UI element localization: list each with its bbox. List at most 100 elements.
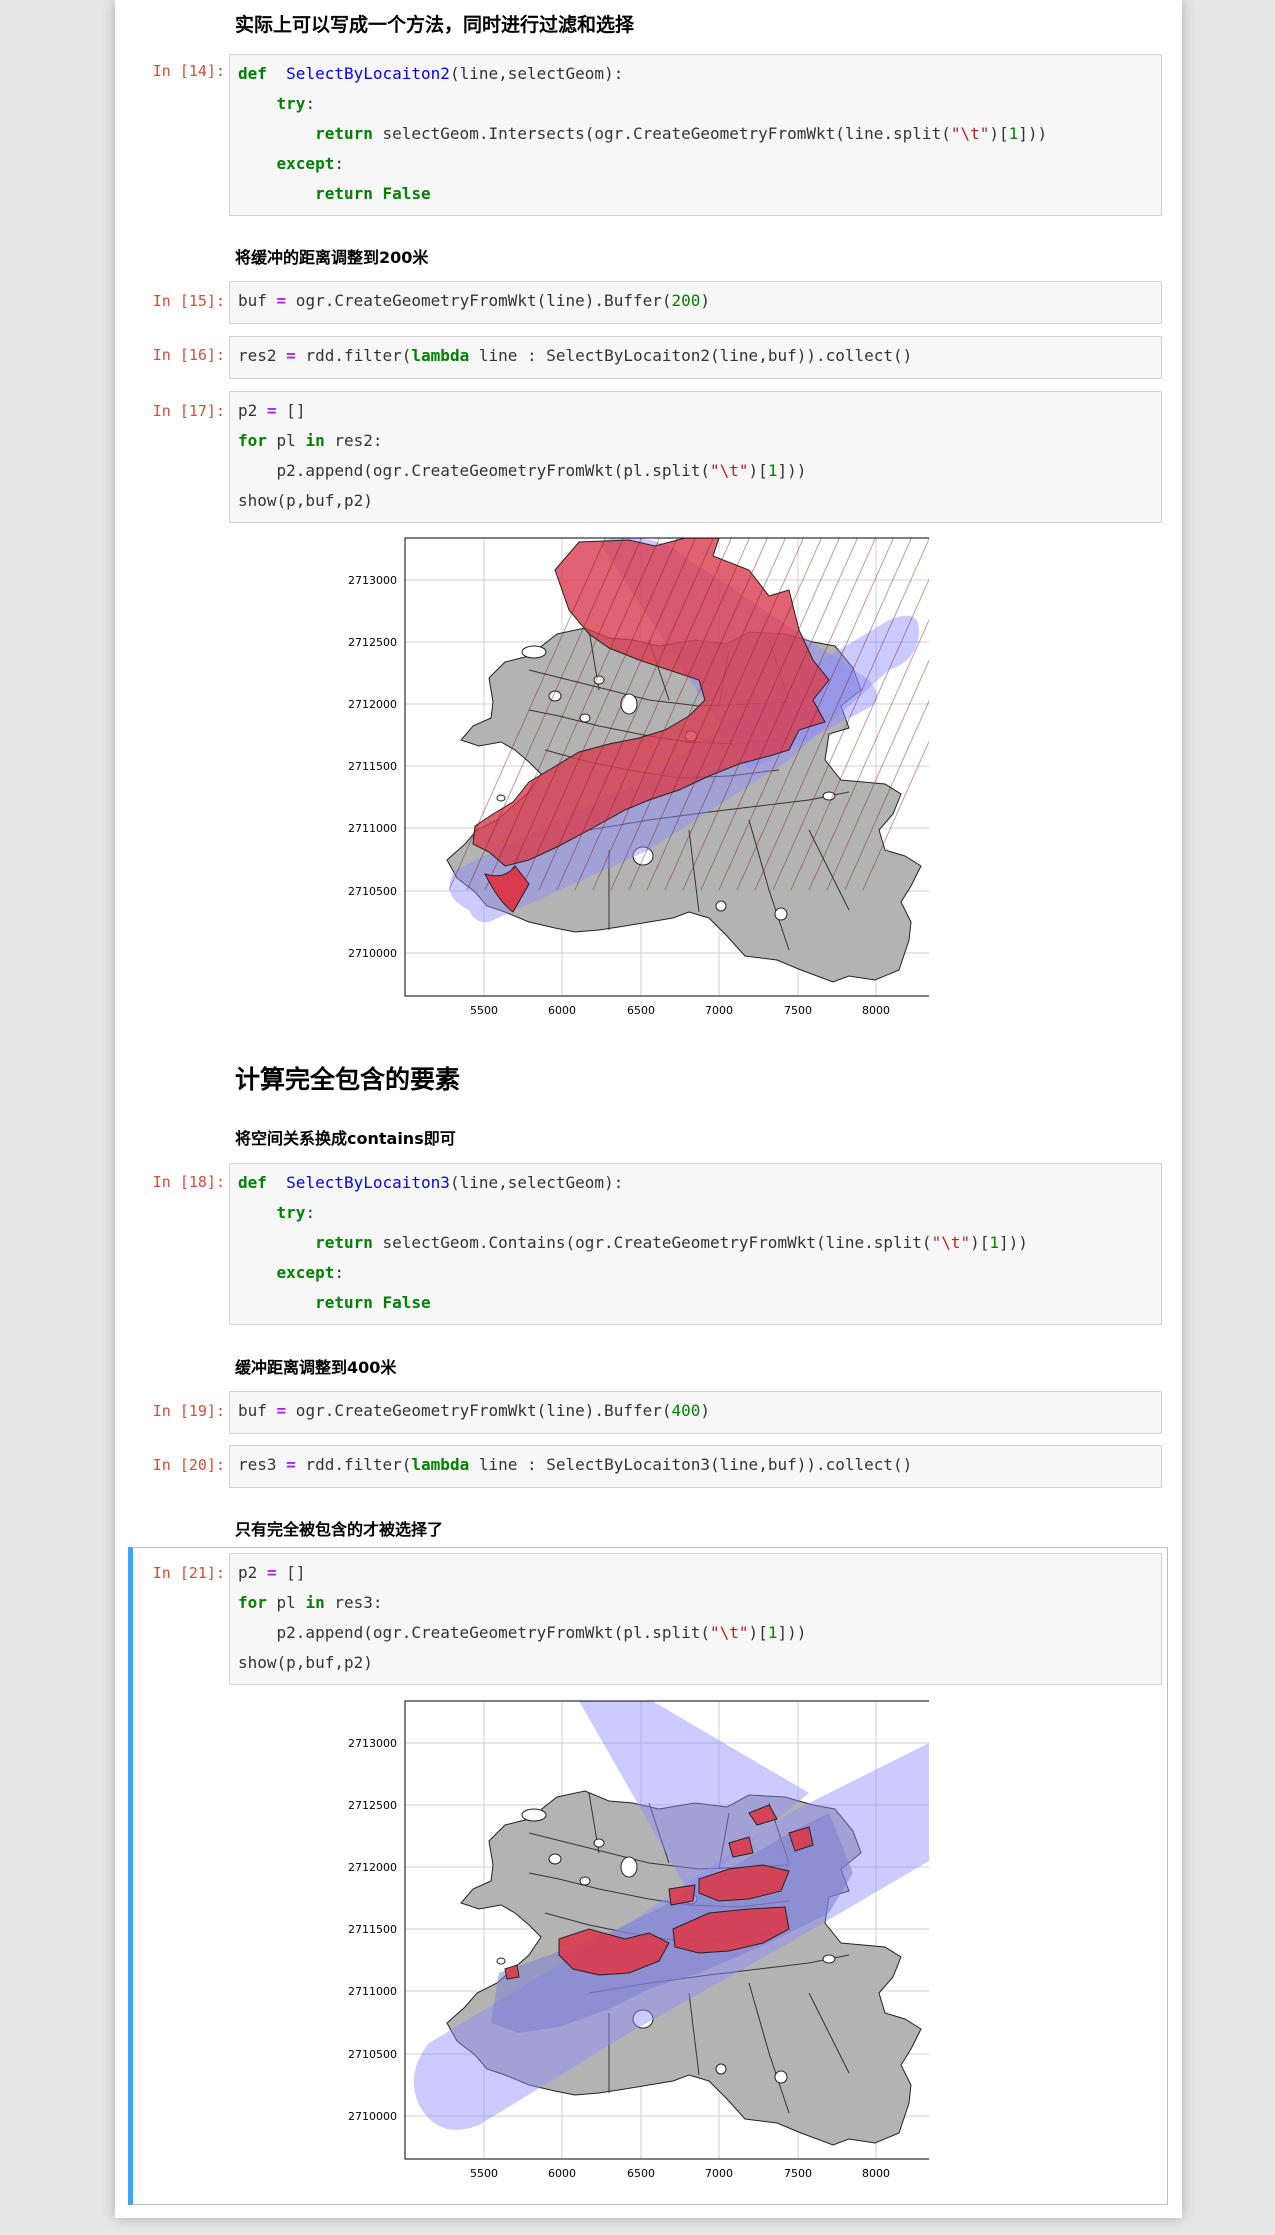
x-tick-label: 7500	[784, 2167, 812, 2180]
code-token: pl	[266, 431, 306, 450]
code-line: for pl in res2:	[238, 426, 1153, 456]
code-token: 1	[1008, 124, 1019, 143]
x-tick-label: 7000	[705, 2167, 733, 2180]
code-token: 1	[767, 461, 778, 480]
code-line: show(p,buf,p2)	[238, 1648, 1153, 1678]
code-token: buf	[238, 1401, 277, 1420]
lake-hole	[715, 2063, 727, 2075]
x-tick-label: 6500	[627, 2167, 655, 2180]
input-prompt: In [14]:	[152, 62, 225, 80]
code-token: []	[276, 401, 306, 420]
code-token: )[	[970, 1233, 990, 1252]
code-token: return	[315, 1233, 373, 1252]
map-plot: 5500600065007000750080008500271300027125…	[348, 1700, 929, 2180]
code-token: 1	[989, 1233, 999, 1252]
input-prompt: In [18]:	[152, 1173, 225, 1191]
lake-hole	[579, 713, 591, 723]
code-cell-19[interactable]: buf = ogr.CreateGeometryFromWkt(line).Bu…	[229, 1391, 1162, 1434]
code-token: =	[266, 401, 277, 420]
lake-hole	[496, 1957, 506, 1965]
code-token: def	[238, 64, 267, 83]
code-token: =	[266, 1563, 277, 1582]
code-cell-14[interactable]: def SelectByLocaiton2(line,selectGeom): …	[229, 54, 1162, 216]
x-tick-label: 5500	[470, 2167, 498, 2180]
lake-hole	[620, 1856, 638, 1878]
code-token: for	[238, 431, 267, 450]
input-prompt: In [19]:	[152, 1402, 225, 1420]
lake-hole	[593, 1838, 605, 1848]
code-cell-20[interactable]: res3 = rdd.filter(lambda line : SelectBy…	[229, 1445, 1162, 1488]
code-cell-15[interactable]: buf = ogr.CreateGeometryFromWkt(line).Bu…	[229, 281, 1162, 324]
code-token: =	[276, 1401, 287, 1420]
markdown-text: 只有完全被包含的才被选择了	[235, 1520, 444, 1539]
code-token: try	[276, 1203, 306, 1222]
input-prompt: In [15]:	[152, 292, 225, 310]
y-tick-label: 2713000	[348, 1737, 397, 1750]
y-tick-label: 2710000	[348, 947, 397, 960]
selected-cell-indicator	[128, 1547, 133, 2205]
lake-hole	[579, 1876, 591, 1886]
code-token: "\t"	[950, 124, 990, 143]
code-line: try:	[238, 1198, 1153, 1228]
lake-hole	[521, 645, 547, 659]
code-token: :	[305, 94, 316, 113]
code-cell-16[interactable]: res2 = rdd.filter(lambda line : SelectBy…	[229, 336, 1162, 379]
y-tick-label: 2711000	[348, 822, 397, 835]
input-prompt: In [20]:	[152, 1456, 225, 1474]
code-token: return False	[315, 1293, 431, 1312]
code-cell-18[interactable]: def SelectByLocaiton3(line,selectGeom): …	[229, 1163, 1162, 1325]
code-token: except	[276, 154, 335, 173]
code-token: lambda	[411, 346, 470, 365]
code-token: rdd.filter(	[295, 1455, 412, 1474]
map-plot: 5500600065007000750080008500271300027125…	[348, 537, 929, 1017]
code-token: show(p,buf,p2)	[238, 1653, 373, 1672]
code-line: res2 = rdd.filter(lambda line : SelectBy…	[238, 341, 1153, 371]
code-token: try	[276, 94, 306, 113]
lake-hole	[774, 907, 788, 921]
code-line: def SelectByLocaiton3(line,selectGeom):	[238, 1168, 1153, 1198]
code-token: res3:	[324, 1593, 383, 1612]
code-cell-21[interactable]: p2 = [] for pl in res3: p2.append(ogr.Cre…	[229, 1553, 1162, 1685]
code-token: ogr.CreateGeometryFromWkt(line).Buffer(	[286, 291, 672, 310]
code-token: in	[305, 431, 325, 450]
x-tick-label: 6000	[548, 1004, 576, 1017]
code-token: "\t"	[931, 1233, 971, 1252]
code-token: p2.append(ogr.CreateGeometryFromWkt(pl.s…	[238, 1623, 711, 1642]
lake-hole	[715, 900, 727, 912]
code-token: SelectByLocaiton2	[286, 64, 450, 83]
code-token: SelectByLocaiton3	[286, 1173, 450, 1192]
lake-hole	[496, 794, 506, 802]
markdown-heading: 实际上可以写成一个方法，同时进行过滤和选择	[235, 14, 635, 36]
lake-hole	[822, 1954, 836, 1964]
code-token: pl	[266, 1593, 306, 1612]
code-token: )[	[748, 1623, 768, 1642]
y-tick-label: 2711500	[348, 1923, 397, 1936]
code-token: line : SelectByLocaiton2(line,buf)).coll…	[469, 346, 913, 365]
code-line: for pl in res3:	[238, 1588, 1153, 1618]
code-token: 1	[767, 1623, 778, 1642]
code-cell-17[interactable]: p2 = [] for pl in res2: p2.append(ogr.Cre…	[229, 391, 1162, 523]
input-prompt: In [17]:	[152, 402, 225, 420]
code-line: buf = ogr.CreateGeometryFromWkt(line).Bu…	[238, 286, 1153, 316]
code-line: show(p,buf,p2)	[238, 486, 1153, 516]
code-line: try:	[238, 89, 1153, 119]
y-tick-label: 2712000	[348, 1861, 397, 1874]
code-token: 400	[671, 1401, 701, 1420]
lake-hole	[548, 1853, 562, 1865]
code-line: def SelectByLocaiton2(line,selectGeom):	[238, 59, 1153, 89]
y-tick-label: 2711500	[348, 760, 397, 773]
code-token: res2	[238, 346, 287, 365]
code-token: buf	[238, 291, 277, 310]
code-token: ]))	[777, 1623, 807, 1642]
y-tick-label: 2712500	[348, 1799, 397, 1812]
code-token: p2	[238, 401, 267, 420]
code-token: :	[334, 154, 344, 173]
code-token: ]))	[999, 1233, 1028, 1252]
markdown-text: 将空间关系换成contains即可	[235, 1129, 456, 1148]
markdown-text: 缓冲距离调整到400米	[235, 1358, 397, 1377]
code-line: p2 = []	[238, 1558, 1153, 1588]
x-tick-label: 7000	[705, 1004, 733, 1017]
